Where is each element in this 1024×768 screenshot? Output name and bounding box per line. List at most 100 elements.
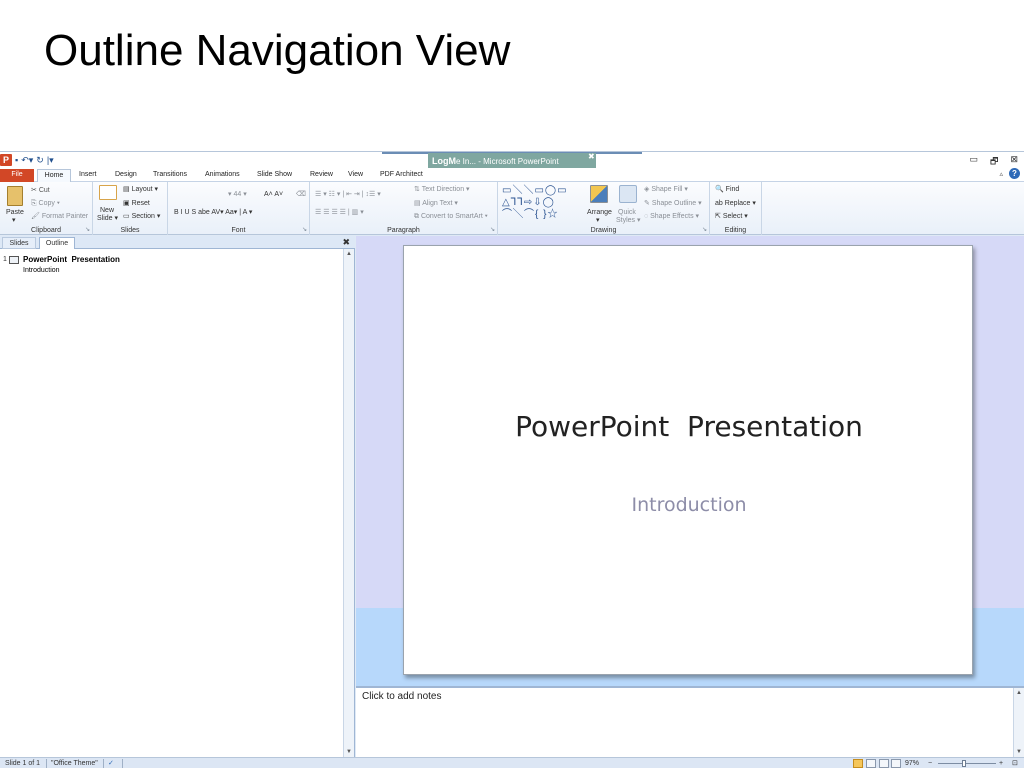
shapes-gallery[interactable]: ▭＼＼▭◯▭ △⅂⅂⇨⇩◯ ⌒╲⌒{ }☆ (502, 185, 578, 220)
arrange-caret-icon[interactable]: ▾ (596, 216, 600, 225)
notes-scroll-up-icon[interactable]: ▲ (1014, 690, 1024, 696)
tab-file[interactable]: File (0, 169, 34, 182)
grow-shrink-font-button[interactable]: A˄ A˅ (264, 190, 283, 199)
customize-icon[interactable]: |▾ (47, 154, 54, 166)
tab-transitions[interactable]: Transitions (153, 169, 187, 182)
new-slide-label-2[interactable]: Slide ▾ (97, 214, 118, 223)
select-button[interactable]: ⇱ Select ▾ (715, 212, 748, 221)
normal-view-icon[interactable] (853, 759, 863, 768)
layout-label: Layout ▾ (131, 186, 159, 193)
text-direction-button[interactable]: ⇅ Text Direction ▾ (414, 185, 470, 194)
shape-effects-button[interactable]: ◌ Shape Effects ▾ (644, 212, 699, 221)
new-slide-icon[interactable] (99, 185, 117, 200)
outline-scrollbar[interactable]: ▲ ▼ (343, 249, 354, 757)
scroll-up-icon[interactable]: ▲ (344, 251, 354, 257)
text-direction-label: Text Direction ▾ (421, 186, 470, 193)
align-text-button[interactable]: ▤ Align Text ▾ (414, 199, 458, 208)
tab-design[interactable]: Design (115, 169, 137, 182)
shape-effects-label: Shape Effects ▾ (650, 213, 700, 220)
paragraph-launcher-icon[interactable]: ↘ (490, 226, 495, 233)
layout-button[interactable]: ▤ Layout ▾ (123, 185, 158, 194)
format-painter-label: Format Painter (41, 213, 89, 220)
font-size-select[interactable]: ▾ 44 ▾ (228, 190, 247, 199)
page-heading: Outline Navigation View (44, 26, 511, 75)
reading-view-icon[interactable] (879, 759, 889, 768)
spell-check-icon[interactable]: ✓ (108, 759, 114, 768)
copy-button[interactable]: ⎘ Copy ▾ (31, 199, 60, 208)
tab-pdf-architect[interactable]: PDF Architect (380, 169, 423, 182)
paste-icon[interactable] (7, 186, 23, 206)
notes-pane[interactable]: Click to add notes ▲ ▼ (356, 686, 1024, 757)
outline-slide-title[interactable]: PowerPoint Presentation (23, 255, 120, 264)
drawing-group: ▭＼＼▭◯▭ △⅂⅂⇨⇩◯ ⌒╲⌒{ }☆ Arrange ▾ Quick St… (498, 182, 710, 235)
reset-button[interactable]: ▣ Reset (123, 199, 150, 208)
convert-smartart-button[interactable]: ⧉ Convert to SmartArt ▾ (414, 212, 488, 221)
zoom-slider-thumb[interactable] (962, 760, 966, 767)
section-button[interactable]: ▭ Section ▾ (123, 212, 160, 221)
paste-caret-icon[interactable]: ▾ (12, 216, 16, 225)
ribbon-tabs: File Home Insert Design Transitions Anim… (0, 168, 1024, 182)
tab-view[interactable]: View (348, 169, 363, 182)
status-separator (46, 759, 47, 768)
notes-scroll-down-icon[interactable]: ▼ (1014, 749, 1024, 755)
slide-show-view-icon[interactable] (891, 759, 901, 768)
section-label: Section ▾ (131, 213, 161, 220)
list-indent-buttons[interactable]: ☰ ▾ ☷ ▾ | ⇤ ⇥ | ↕☰ ▾ (315, 190, 381, 199)
quick-styles-label-2[interactable]: Styles ▾ (616, 216, 641, 225)
save-icon[interactable]: ▪ (15, 154, 18, 166)
font-launcher-icon[interactable]: ↘ (302, 226, 307, 233)
close-pane-icon[interactable]: ✖ (342, 237, 350, 248)
tab-animations[interactable]: Animations (205, 169, 240, 182)
quick-styles-icon[interactable] (619, 185, 637, 203)
slide-title[interactable]: PowerPoint Presentation (404, 410, 974, 443)
slide-sorter-view-icon[interactable] (866, 759, 876, 768)
notes-placeholder[interactable]: Click to add notes (362, 691, 442, 702)
find-button[interactable]: 🔍 Find (715, 185, 739, 194)
tab-slides[interactable]: Slides (2, 237, 36, 249)
format-painter-button[interactable]: 🖌 Format Painter (31, 212, 88, 221)
powerpoint-logo-icon[interactable]: P (0, 154, 12, 166)
shape-outline-button[interactable]: ✎ Shape Outline ▾ (644, 199, 702, 208)
fit-to-window-icon[interactable]: ⊡ (1012, 759, 1018, 768)
slide-canvas[interactable]: PowerPoint Presentation Introduction (403, 245, 973, 675)
shape-fill-button[interactable]: ◈ Shape Fill ▾ (644, 185, 688, 194)
clipboard-launcher-icon[interactable]: ↘ (85, 226, 90, 233)
help-icon[interactable]: ? (1009, 168, 1020, 179)
font-label: Font (231, 227, 246, 234)
slides-label: Slides (120, 227, 140, 234)
tab-insert[interactable]: Insert (79, 169, 97, 182)
alignment-buttons[interactable]: ☰ ☰ ☰ ☰ | ▥ ▾ (315, 208, 364, 217)
notes-scrollbar[interactable]: ▲ ▼ (1013, 688, 1024, 757)
tooltip-close-icon[interactable]: ✖ (588, 152, 595, 161)
zoom-out-icon[interactable]: − (928, 759, 932, 768)
slide-icon (9, 256, 19, 264)
scroll-down-icon[interactable]: ▼ (344, 749, 354, 755)
theme-name[interactable]: "Office Theme" (51, 759, 98, 768)
font-style-buttons[interactable]: B I U S abe AV▾ Aa▾ | A ▾ (174, 208, 252, 217)
undo-icon[interactable]: ↶▾ (21, 154, 33, 166)
arrange-icon[interactable] (590, 185, 608, 203)
clipboard-label: Clipboard (31, 227, 61, 234)
tab-home[interactable]: Home (37, 169, 71, 182)
replace-label: Replace ▾ (724, 200, 756, 207)
outline-pane: Slides Outline ✖ 1 PowerPoint Presentati… (0, 236, 355, 757)
tab-outline[interactable]: Outline (39, 237, 75, 249)
tooltip-text: e In... - Microsoft PowerPoint (456, 157, 559, 166)
editing-label: Editing (724, 227, 747, 234)
tab-slide-show[interactable]: Slide Show (257, 169, 292, 182)
replace-button[interactable]: ab Replace ▾ (715, 199, 756, 208)
outline-item[interactable]: 1 PowerPoint Presentation Introduction (0, 254, 342, 278)
zoom-slider-track[interactable] (938, 763, 996, 764)
clear-formatting-icon[interactable]: ⌫ (296, 190, 306, 199)
drawing-label: Drawing (590, 227, 617, 234)
tab-review[interactable]: Review (310, 169, 333, 182)
redo-icon[interactable]: ↻ (36, 154, 44, 166)
zoom-level[interactable]: 97% (905, 759, 919, 768)
cut-button[interactable]: ✂ Cut (31, 186, 50, 195)
zoom-in-icon[interactable]: + (999, 759, 1003, 768)
outline-slide-subtitle[interactable]: Introduction (23, 267, 60, 274)
drawing-launcher-icon[interactable]: ↘ (702, 226, 707, 233)
slide-subtitle[interactable]: Introduction (404, 494, 974, 516)
minimize-ribbon-icon[interactable]: ▵ (999, 170, 1003, 178)
cut-label: Cut (38, 187, 50, 194)
